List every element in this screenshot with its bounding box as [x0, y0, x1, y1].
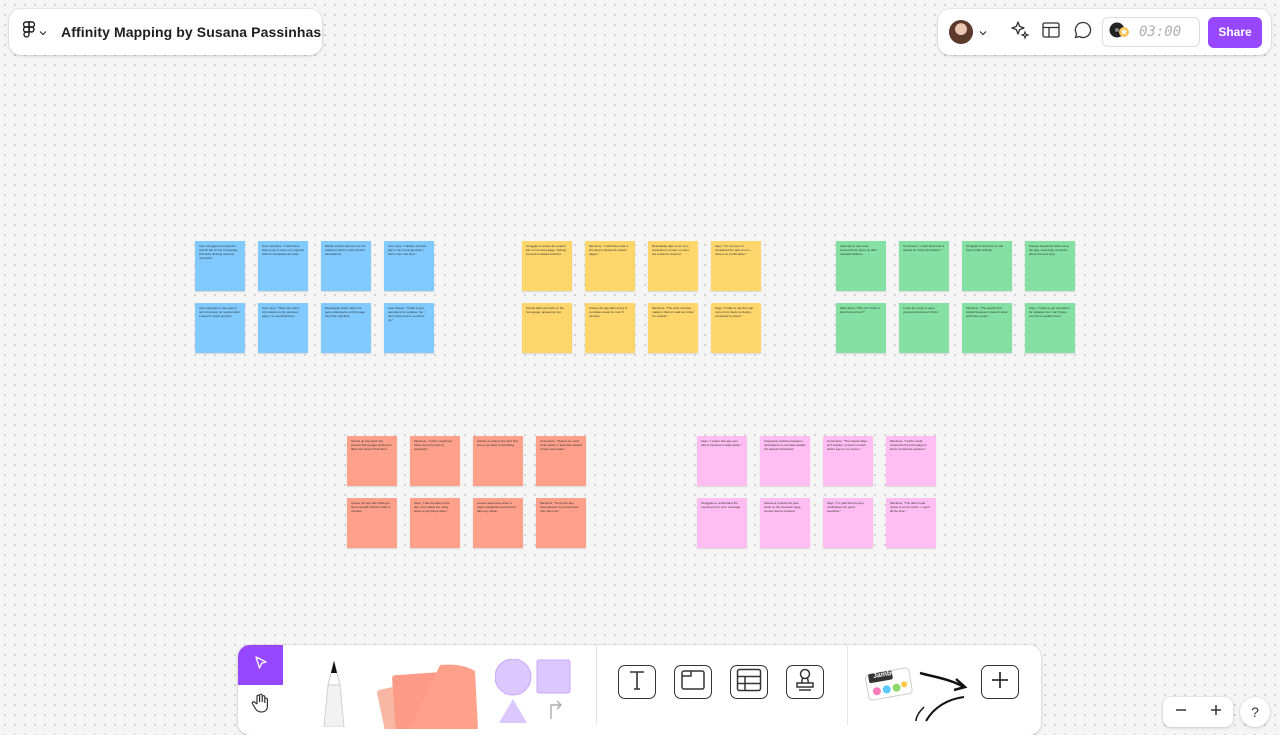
- widgets-button[interactable]: Jambot: [864, 665, 914, 710]
- sticky-note-blue[interactable]: Repeatedly clicks 'Help' but gets redire…: [321, 303, 371, 353]
- ai-sparkle-button[interactable]: [1010, 20, 1030, 45]
- sticky-note-yellow[interactable]: Closes the app after trying to complete …: [585, 303, 635, 353]
- sticky-note-red[interactable]: Closes the app after failing to find a s…: [347, 498, 397, 548]
- file-title-bar: Affinity Mapping by Susana Passinhas: [9, 9, 322, 55]
- table-tool-button[interactable]: [730, 665, 768, 699]
- chevron-down-icon: [979, 23, 987, 41]
- plus-icon: [1210, 704, 1221, 715]
- timer-button[interactable]: 03:00: [1102, 17, 1200, 47]
- sticky-note-blue[interactable]: User shares, "I'd like to get reminders …: [384, 303, 434, 353]
- connector-tool-button[interactable]: [914, 667, 974, 732]
- sticky-note-red[interactable]: Leaves sentences when a page navigations…: [473, 498, 523, 548]
- bottom-toolbar: Jambot: [238, 645, 1041, 735]
- sticky-note-pink[interactable]: Mentions, "The dark mode option is a nic…: [886, 498, 936, 548]
- text-icon: [625, 669, 649, 696]
- music-emoji-icon: [1109, 20, 1131, 45]
- question-mark-icon: ?: [1251, 704, 1259, 720]
- move-tool-button[interactable]: [238, 645, 283, 685]
- sticky-note-yellow[interactable]: Mentions, "The color contrast makes it h…: [648, 303, 698, 353]
- sticky-note-blue[interactable]: User attempts to use search terms but ge…: [195, 303, 245, 353]
- sticky-note-green[interactable]: Says, "I'd like to get reminders for upd…: [1025, 303, 1075, 353]
- marker-pen-icon: [310, 660, 358, 731]
- sticky-note-pink[interactable]: Comments, "The tutorial video isn't help…: [823, 436, 873, 486]
- sticky-note-yellow[interactable]: Says, "I'm not sure if I completed the t…: [711, 241, 761, 291]
- hand-icon: [251, 692, 271, 719]
- sticky-note-yellow[interactable]: Struggles to locate the search bar on th…: [522, 241, 572, 291]
- layout-icon: [1042, 21, 1060, 43]
- multiplayer-menu[interactable]: [949, 20, 987, 44]
- cursor-arrow-icon: [254, 655, 268, 675]
- top-right-toolbar: 03:00 Share: [938, 9, 1271, 55]
- sticky-note-pink[interactable]: Says, "I prefer this app over others bec…: [697, 436, 747, 486]
- layout-button[interactable]: [1042, 21, 1060, 43]
- section-icon: [680, 669, 706, 696]
- zoom-in-button[interactable]: [1209, 703, 1223, 722]
- sticky-note-red[interactable]: Mentions, "If only the app remembered my…: [536, 498, 586, 548]
- connector-arrows-icon: [914, 671, 974, 731]
- table-icon: [736, 668, 762, 697]
- share-button[interactable]: Share: [1208, 16, 1262, 48]
- plus-icon: [990, 670, 1010, 695]
- sticky-note-blue[interactable]: User says, "I always use this app in the…: [384, 241, 434, 291]
- text-tool-button[interactable]: [618, 665, 656, 699]
- sticky-note-green[interactable]: Pauses frequently while using the app, s…: [1025, 241, 1075, 291]
- sticky-note-red[interactable]: Scrolls up and down the product listing …: [347, 436, 397, 486]
- minus-icon: [1175, 708, 1186, 711]
- sticky-note-green[interactable]: Struggles to find how to edit their prof…: [962, 241, 1012, 291]
- comment-icon: [1074, 21, 1092, 44]
- sticky-note-red[interactable]: Comments, "There's so much white space; …: [536, 436, 586, 486]
- sticky-note-stack-icon: [370, 664, 482, 735]
- sticky-note-green[interactable]: Comments, "I wish there was a tutorial f…: [899, 241, 949, 291]
- zoom-controls: [1163, 697, 1233, 727]
- sticky-note-tool-button[interactable]: [370, 659, 482, 735]
- sticky-note-pink[interactable]: Selects a product but gets stuck on the …: [760, 498, 810, 548]
- help-button[interactable]: ?: [1240, 697, 1270, 727]
- figma-logo-icon: [22, 21, 36, 43]
- sticky-note-green[interactable]: Mentions, "The search isn't helpful beca…: [962, 303, 1012, 353]
- sticky-note-red[interactable]: Mentions, "I wish I could sort these ite…: [410, 436, 460, 486]
- sticky-note-blue[interactable]: User says, "There are many information o…: [258, 303, 308, 353]
- timer-display: 03:00: [1139, 24, 1182, 40]
- sticky-note-blue[interactable]: User mentions, "I wish there was a way t…: [258, 241, 308, 291]
- sticky-note-red[interactable]: Says, "I like the idea of the app, but i…: [410, 498, 460, 548]
- stamp-icon: [793, 667, 817, 698]
- file-title[interactable]: Affinity Mapping by Susana Passinhas: [61, 24, 321, 40]
- shapes-tool-button[interactable]: [494, 658, 575, 734]
- sticky-note-pink[interactable]: Frequently switches between descriptions…: [760, 436, 810, 486]
- sticky-note-green[interactable]: Attempts to use voice command but gives …: [836, 241, 886, 291]
- sticky-note-pink[interactable]: Mentions, "I wish I could customize the …: [886, 436, 936, 486]
- sticky-note-blue[interactable]: User struggles to locate the search bar …: [195, 241, 245, 291]
- sticky-note-red[interactable]: Selects a product but can't find how to …: [473, 436, 523, 486]
- more-tools-button[interactable]: [981, 665, 1019, 699]
- zoom-out-button[interactable]: [1174, 703, 1188, 722]
- avatar: [949, 20, 973, 44]
- chevron-down-icon: [39, 23, 47, 41]
- sticky-note-pink[interactable]: Struggles to understand the meaning of a…: [697, 498, 747, 548]
- comments-button[interactable]: [1074, 21, 1092, 44]
- sticky-note-yellow[interactable]: Mentions, "I wish there was a shortcut t…: [585, 241, 635, 291]
- sticky-note-blue[interactable]: Mobile version has text cut off making i…: [321, 241, 371, 291]
- hand-tool-button[interactable]: [238, 685, 283, 725]
- section-tool-button[interactable]: [674, 665, 712, 699]
- sticky-note-yellow[interactable]: Repeatedly taps on an icon expecting it …: [648, 241, 698, 291]
- shapes-icon: [494, 658, 575, 733]
- sticky-note-green[interactable]: Looks for a way to save progress but doe…: [899, 303, 949, 353]
- sticky-note-yellow[interactable]: Scrolls back and forth on the homepage, …: [522, 303, 572, 353]
- main-menu-button[interactable]: [22, 21, 47, 43]
- sparkle-icon: [1010, 20, 1030, 45]
- sticky-note-yellow[interactable]: Says, "I'd like to use this app more, bu…: [711, 303, 761, 353]
- sticky-note-green[interactable]: Asks aloud, "Why isn't there a back butt…: [836, 303, 886, 353]
- stamp-tool-button[interactable]: [786, 665, 824, 699]
- marker-tool-button[interactable]: [310, 657, 358, 732]
- sticky-note-pink[interactable]: Says, "I'm glad that the app notificatio…: [823, 498, 873, 548]
